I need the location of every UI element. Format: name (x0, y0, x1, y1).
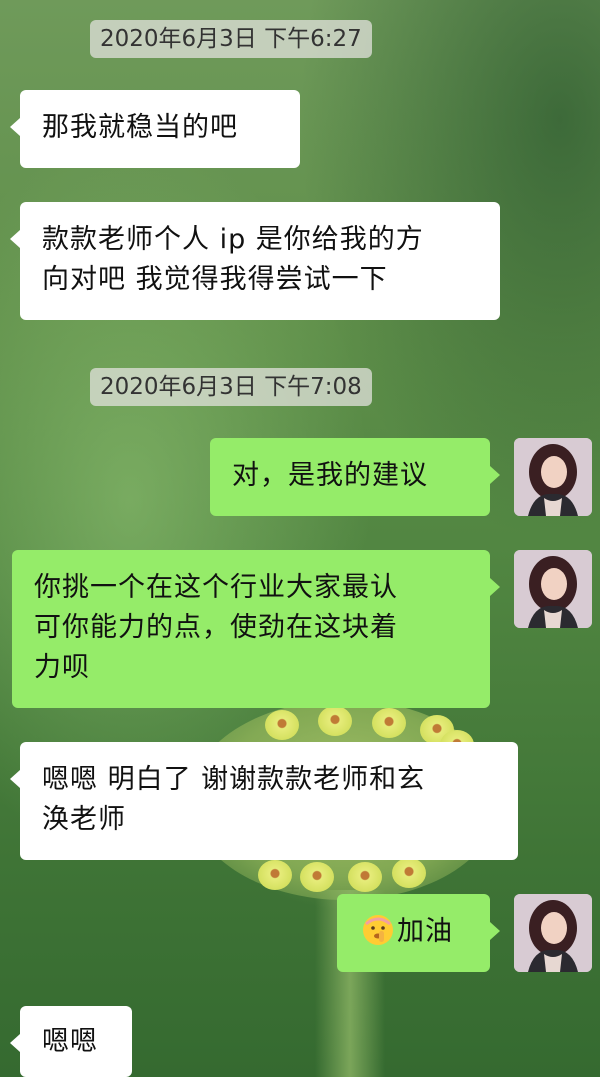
message-text: 向对吧 我觉得我得尝试一下 (42, 264, 388, 295)
lotus-seed (372, 708, 406, 738)
message-text: 款款老师个人 ip 是你给我的方 (42, 224, 424, 255)
lotus-seed (318, 706, 352, 736)
portrait-icon (514, 438, 592, 516)
lotus-seed (348, 862, 382, 892)
message-bubble-incoming[interactable]: 款款老师个人 ip 是你给我的方 向对吧 我觉得我得尝试一下 (10, 202, 500, 320)
message-text: 那我就稳当的吧 (42, 112, 238, 143)
message-text: 加油 (361, 912, 468, 952)
message-text: 涣老师 (42, 804, 126, 835)
message-text: 对，是我的建议 (232, 460, 428, 491)
user-avatar[interactable] (514, 438, 592, 516)
message-text: 可你能力的点，使劲在这块着 (34, 612, 398, 643)
user-avatar[interactable] (514, 550, 592, 628)
message-text: 嗯嗯 (42, 1026, 98, 1057)
message-timestamp: 2020年6月3日 下午6:27 (90, 20, 372, 58)
message-bubble-incoming[interactable]: 嗯嗯 (10, 1006, 132, 1077)
chat-window: 2020年6月3日 下午6:27 那我就稳当的吧 款款老师个人 ip 是你给我的… (0, 0, 600, 1077)
message-text: 嗯嗯 明白了 谢谢款款老师和玄 (42, 764, 426, 795)
message-text: 你挑一个在这个行业大家最认 (34, 572, 398, 603)
user-avatar[interactable] (514, 894, 592, 972)
portrait-icon (514, 894, 592, 972)
portrait-icon (514, 550, 592, 628)
lotus-seed (258, 860, 292, 890)
lotus-seed (300, 862, 334, 892)
shushing-face-emoji-icon (363, 915, 393, 945)
lotus-seed (265, 710, 299, 740)
message-bubble-incoming[interactable]: 嗯嗯 明白了 谢谢款款老师和玄 涣老师 (10, 742, 518, 860)
message-text-label: 加油 (397, 916, 453, 947)
lotus-seed (392, 858, 426, 888)
message-bubble-incoming[interactable]: 那我就稳当的吧 (10, 90, 300, 168)
message-bubble-outgoing[interactable]: 加油 (337, 894, 500, 972)
message-timestamp: 2020年6月3日 下午7:08 (90, 368, 372, 406)
message-bubble-outgoing[interactable]: 对，是我的建议 (210, 438, 500, 516)
message-bubble-outgoing[interactable]: 你挑一个在这个行业大家最认 可你能力的点，使劲在这块着 力呗 (12, 550, 500, 708)
message-text: 力呗 (34, 652, 90, 683)
